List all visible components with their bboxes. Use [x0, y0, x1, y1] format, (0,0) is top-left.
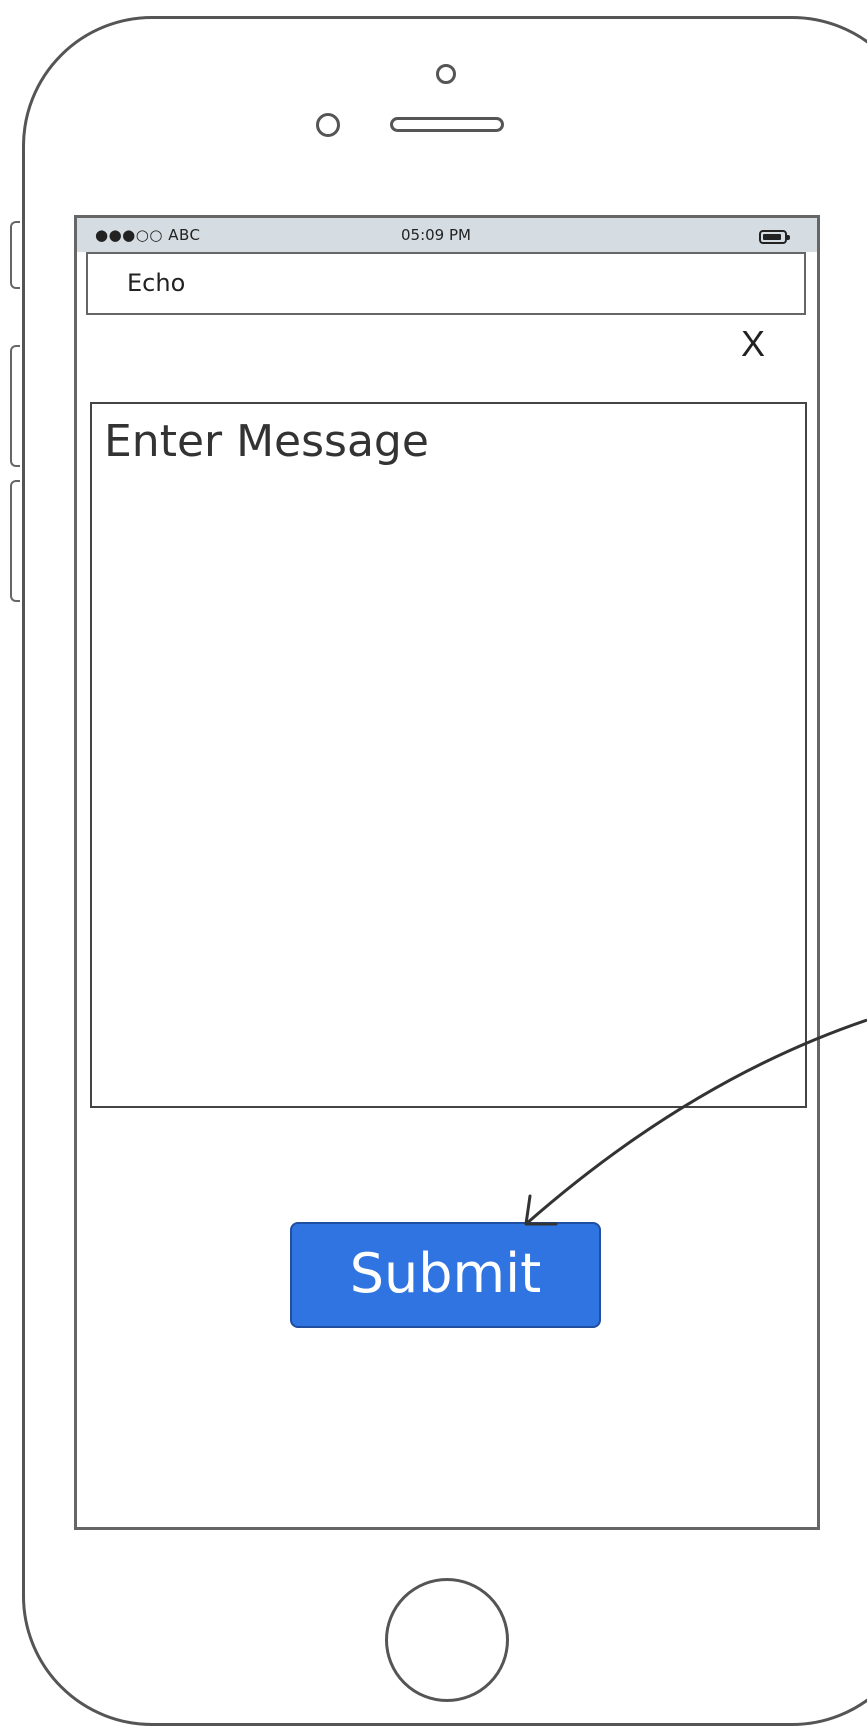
carrier-signal: ●●●○○ ABC: [95, 226, 201, 244]
status-bar: ●●●○○ ABC 05:09 PM: [77, 218, 817, 252]
sensor-icon: [316, 113, 340, 137]
volume-up-button: [10, 345, 20, 467]
screen: ●●●○○ ABC 05:09 PM Echo X Submit: [74, 215, 820, 1530]
phone-mockup: ●●●○○ ABC 05:09 PM Echo X Submit: [0, 0, 867, 1736]
app-title: Echo: [127, 269, 186, 297]
volume-down-button: [10, 480, 20, 602]
message-input[interactable]: [90, 402, 807, 1108]
status-time: 05:09 PM: [401, 226, 471, 244]
home-button[interactable]: [385, 1578, 509, 1702]
battery-icon: [759, 230, 790, 244]
camera-icon: [436, 64, 456, 84]
mute-switch: [10, 221, 20, 289]
speaker-grille: [390, 117, 504, 132]
app-header: Echo: [86, 252, 806, 315]
close-icon[interactable]: X: [733, 322, 773, 366]
submit-button[interactable]: Submit: [290, 1222, 601, 1328]
